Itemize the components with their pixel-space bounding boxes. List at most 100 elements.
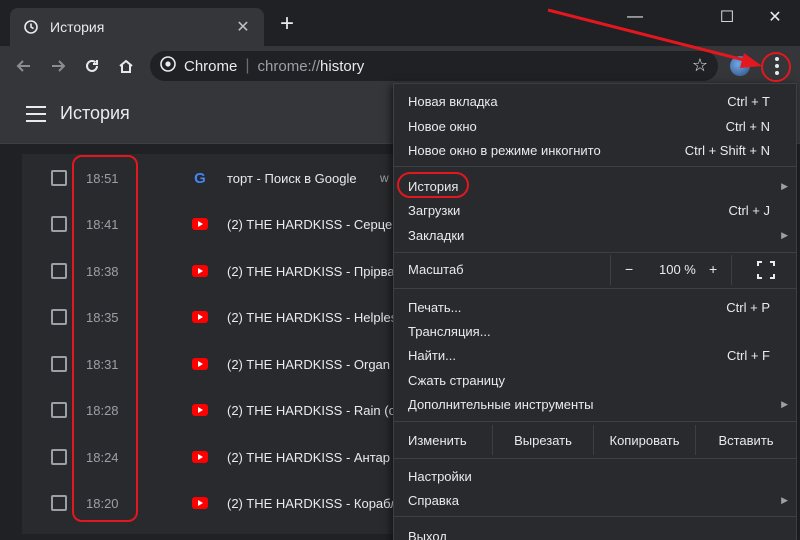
copy-button[interactable]: Копировать xyxy=(593,425,695,455)
row-checkbox[interactable] xyxy=(51,402,67,418)
url-text: chrome://history xyxy=(257,57,365,75)
menu-shortcut: Ctrl + F xyxy=(727,347,770,363)
menu-zoom-row: Масштаб − 100 % + xyxy=(394,255,796,285)
page-link[interactable]: (2) THE HARDKISS - Helpless xyxy=(227,310,404,325)
close-tab-icon[interactable]: ✕ xyxy=(234,17,252,37)
arrow-left-icon xyxy=(16,60,30,72)
menu-item-new-window[interactable]: Новое окно Ctrl + N xyxy=(394,114,796,138)
tab-title: История xyxy=(50,19,105,35)
page-link[interactable]: (2) THE HARDKISS - Прірва xyxy=(227,264,395,279)
fullscreen-icon[interactable] xyxy=(757,261,775,279)
annotation-highlight-menu-button xyxy=(761,52,791,82)
history-clock-icon xyxy=(22,18,40,36)
menu-divider xyxy=(394,166,796,167)
menu-shortcut: Ctrl + N xyxy=(725,118,770,134)
chrome-main-menu: Новая вкладка Ctrl + T Новое окно Ctrl +… xyxy=(393,83,797,540)
zoom-in-button[interactable]: + xyxy=(709,261,717,277)
row-checkbox[interactable] xyxy=(51,356,67,372)
page-link[interactable]: (2) THE HARDKISS - Organ xyxy=(227,357,390,372)
submenu-arrow-icon: ▶ xyxy=(781,494,788,505)
menu-item-print[interactable]: Печать... Ctrl + P xyxy=(394,295,796,319)
page-domain: w xyxy=(380,171,389,185)
menu-item-downloads[interactable]: Загрузки Ctrl + J xyxy=(394,198,796,222)
back-button[interactable] xyxy=(10,52,38,80)
menu-divider xyxy=(394,288,796,289)
youtube-icon xyxy=(192,449,208,465)
zoom-label: Масштаб xyxy=(408,262,464,277)
arrow-right-icon xyxy=(52,60,66,72)
site-chip: Chrome xyxy=(184,57,238,75)
page-link[interactable]: (2) THE HARDKISS - Серце xyxy=(227,217,392,232)
menu-edit-row: Изменить Вырезать Копировать Вставить xyxy=(394,425,796,455)
menu-item-label: Дополнительные инструменты xyxy=(408,396,594,412)
menu-item-label: Новая вкладка xyxy=(408,93,498,109)
menu-item-label: Новое окно в режиме инкогнито xyxy=(408,142,601,158)
menu-item-label: Новое окно xyxy=(408,118,477,134)
hamburger-menu-icon[interactable] xyxy=(26,106,46,122)
paste-button[interactable]: Вставить xyxy=(695,425,796,455)
url-path: history xyxy=(320,57,365,75)
page-link[interactable]: (2) THE HARDKISS - Rain (c xyxy=(227,403,395,418)
youtube-icon xyxy=(192,356,208,372)
youtube-icon xyxy=(192,263,208,279)
youtube-icon xyxy=(192,495,208,511)
youtube-icon xyxy=(192,402,208,418)
home-button[interactable] xyxy=(112,52,140,80)
extension-icon[interactable] xyxy=(730,56,750,76)
row-checkbox[interactable] xyxy=(51,216,67,232)
youtube-icon xyxy=(192,216,208,232)
browser-window: История ✕ + — ☐ ✕ Chrome | chrome://hist… xyxy=(0,0,800,540)
menu-item-find[interactable]: Найти... Ctrl + F xyxy=(394,343,796,367)
menu-item-exit[interactable]: Выход xyxy=(394,524,796,540)
menu-item-new-tab[interactable]: Новая вкладка Ctrl + T xyxy=(394,89,796,113)
menu-divider xyxy=(394,421,796,422)
menu-item-zoom-page[interactable]: Сжать страницу xyxy=(394,368,796,392)
menu-shortcut: Ctrl + Shift + N xyxy=(684,142,770,158)
page-link[interactable]: (2) THE HARDKISS - Антар xyxy=(227,450,390,465)
menu-item-label: Настройки xyxy=(408,468,472,484)
row-checkbox[interactable] xyxy=(51,495,67,511)
menu-item-cast[interactable]: Трансляция... xyxy=(394,319,796,343)
submenu-arrow-icon: ▶ xyxy=(781,180,788,191)
row-checkbox[interactable] xyxy=(51,170,67,186)
tab-history[interactable]: История ✕ xyxy=(10,8,264,46)
menu-item-incognito[interactable]: Новое окно в режиме инкогнито Ctrl + Shi… xyxy=(394,138,796,162)
menu-item-bookmarks[interactable]: Закладки ▶ xyxy=(394,223,796,247)
chrome-logo-icon xyxy=(160,55,176,77)
row-checkbox[interactable] xyxy=(51,263,67,279)
bookmark-star-icon[interactable]: ☆ xyxy=(692,55,708,76)
google-icon: G xyxy=(194,169,206,187)
menu-item-label: Сжать страницу xyxy=(408,372,505,388)
menu-item-settings[interactable]: Настройки xyxy=(394,464,796,488)
menu-divider xyxy=(394,516,796,517)
page-link[interactable]: (2) THE HARDKISS - Корабл xyxy=(227,496,398,511)
toolbar: Chrome | chrome://history ☆ xyxy=(0,46,800,86)
reload-button[interactable] xyxy=(78,52,106,80)
forward-button[interactable] xyxy=(44,52,72,80)
minimize-button[interactable]: — xyxy=(612,4,658,30)
submenu-arrow-icon: ▶ xyxy=(781,229,788,240)
address-bar[interactable]: Chrome | chrome://history ☆ xyxy=(150,51,718,81)
omnibox-separator: | xyxy=(245,57,250,74)
menu-divider xyxy=(394,252,796,253)
maximize-button[interactable]: ☐ xyxy=(704,4,750,30)
submenu-arrow-icon: ▶ xyxy=(781,398,788,409)
annotation-highlight-times xyxy=(72,155,138,522)
menu-item-more-tools[interactable]: Дополнительные инструменты ▶ xyxy=(394,392,796,416)
menu-item-label: Загрузки xyxy=(408,202,461,218)
zoom-out-button[interactable]: − xyxy=(625,261,633,277)
new-tab-button[interactable]: + xyxy=(274,12,300,38)
page-link[interactable]: торт - Поиск в Google xyxy=(227,171,357,186)
row-checkbox[interactable] xyxy=(51,309,67,325)
cut-button[interactable]: Вырезать xyxy=(492,425,593,455)
menu-item-help[interactable]: Справка ▶ xyxy=(394,488,796,512)
row-checkbox[interactable] xyxy=(51,449,67,465)
close-window-button[interactable]: ✕ xyxy=(752,4,798,30)
menu-item-label: Выход xyxy=(408,528,447,540)
menu-item-label: Найти... xyxy=(408,347,456,363)
page-title: История xyxy=(60,103,130,123)
annotation-highlight-history xyxy=(397,172,469,198)
reload-icon xyxy=(86,59,98,72)
menu-divider xyxy=(394,458,796,459)
menu-shortcut: Ctrl + P xyxy=(726,299,770,315)
